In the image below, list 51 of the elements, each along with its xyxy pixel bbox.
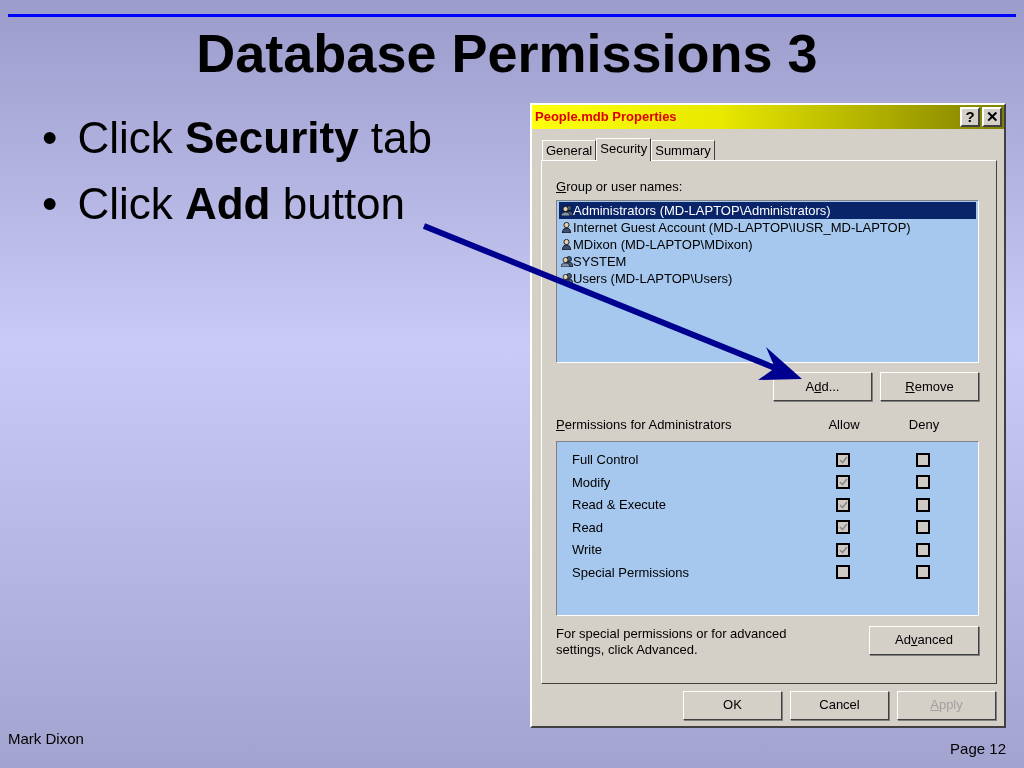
user-icon bbox=[562, 222, 571, 233]
list-item[interactable]: MDixon (MD-LAPTOP\MDixon) bbox=[559, 236, 976, 253]
checkbox[interactable] bbox=[836, 520, 850, 535]
dialog-button[interactable]: Remove bbox=[880, 372, 979, 401]
list-item[interactable]: Administrators (MD-LAPTOP\Administrators) bbox=[559, 202, 976, 219]
checkbox[interactable] bbox=[836, 475, 850, 490]
checkbox[interactable] bbox=[916, 497, 930, 512]
window-title: People.mdb Properties bbox=[535, 107, 678, 126]
permission-name: Special Permissions bbox=[572, 563, 691, 582]
column-header: Allow bbox=[827, 416, 861, 434]
checkbox[interactable] bbox=[836, 565, 850, 580]
checkbox[interactable] bbox=[916, 565, 930, 580]
list-item[interactable]: Users (MD-LAPTOP\Users) bbox=[559, 270, 976, 287]
checkbox[interactable] bbox=[836, 452, 850, 467]
footer-author: Mark Dixon bbox=[8, 728, 84, 749]
checkbox[interactable] bbox=[916, 452, 930, 467]
slide-title: Database Permissions 3 bbox=[195, 21, 819, 85]
help-button[interactable]: ? bbox=[960, 106, 980, 127]
checkbox[interactable] bbox=[916, 475, 930, 490]
checkbox[interactable] bbox=[836, 497, 850, 512]
permission-name: Read & Execute bbox=[572, 496, 667, 514]
list-item[interactable]: Internet Guest Account (MD-LAPTOP\IUSR_MD-LAPTOP) bbox=[559, 219, 976, 236]
bullet-text: Click Security tab bbox=[77, 111, 432, 164]
column-header: Deny bbox=[907, 416, 941, 434]
users-icon bbox=[561, 205, 573, 216]
list-item[interactable]: SYSTEM bbox=[559, 253, 976, 270]
users-icon bbox=[561, 273, 573, 284]
checkbox[interactable] bbox=[836, 542, 850, 557]
bullet-mark: • bbox=[42, 111, 58, 164]
permissions-label: Permissions for Administrators bbox=[556, 416, 733, 434]
permission-name: Read bbox=[572, 518, 605, 537]
tab[interactable]: Summary bbox=[651, 139, 715, 160]
permission-name: Write bbox=[572, 541, 604, 559]
permission-name: Modify bbox=[572, 473, 612, 492]
bullet-text: Click Add button bbox=[77, 177, 406, 230]
checkbox[interactable] bbox=[916, 542, 930, 557]
dialog-button[interactable]: Add... bbox=[773, 372, 872, 401]
user-icon bbox=[562, 239, 571, 250]
permission-name: Full Control bbox=[572, 451, 640, 469]
advanced-button[interactable]: Advanced bbox=[869, 625, 979, 655]
bullet-mark: • bbox=[42, 177, 58, 230]
users-icon bbox=[561, 256, 573, 267]
page-number: Page 12 bbox=[950, 738, 1006, 759]
group-label: Group or user names: bbox=[556, 177, 684, 196]
tab[interactable]: Security bbox=[596, 137, 652, 161]
advanced-hint: For special permissions or for advanced settings, click Advanced. bbox=[556, 625, 788, 658]
close-button[interactable]: ✕ bbox=[982, 106, 1002, 127]
dialog-button[interactable]: OK bbox=[683, 690, 782, 720]
dialog-button[interactable]: Cancel bbox=[790, 690, 889, 720]
tab[interactable]: General bbox=[542, 139, 597, 160]
checkbox[interactable] bbox=[916, 520, 930, 535]
